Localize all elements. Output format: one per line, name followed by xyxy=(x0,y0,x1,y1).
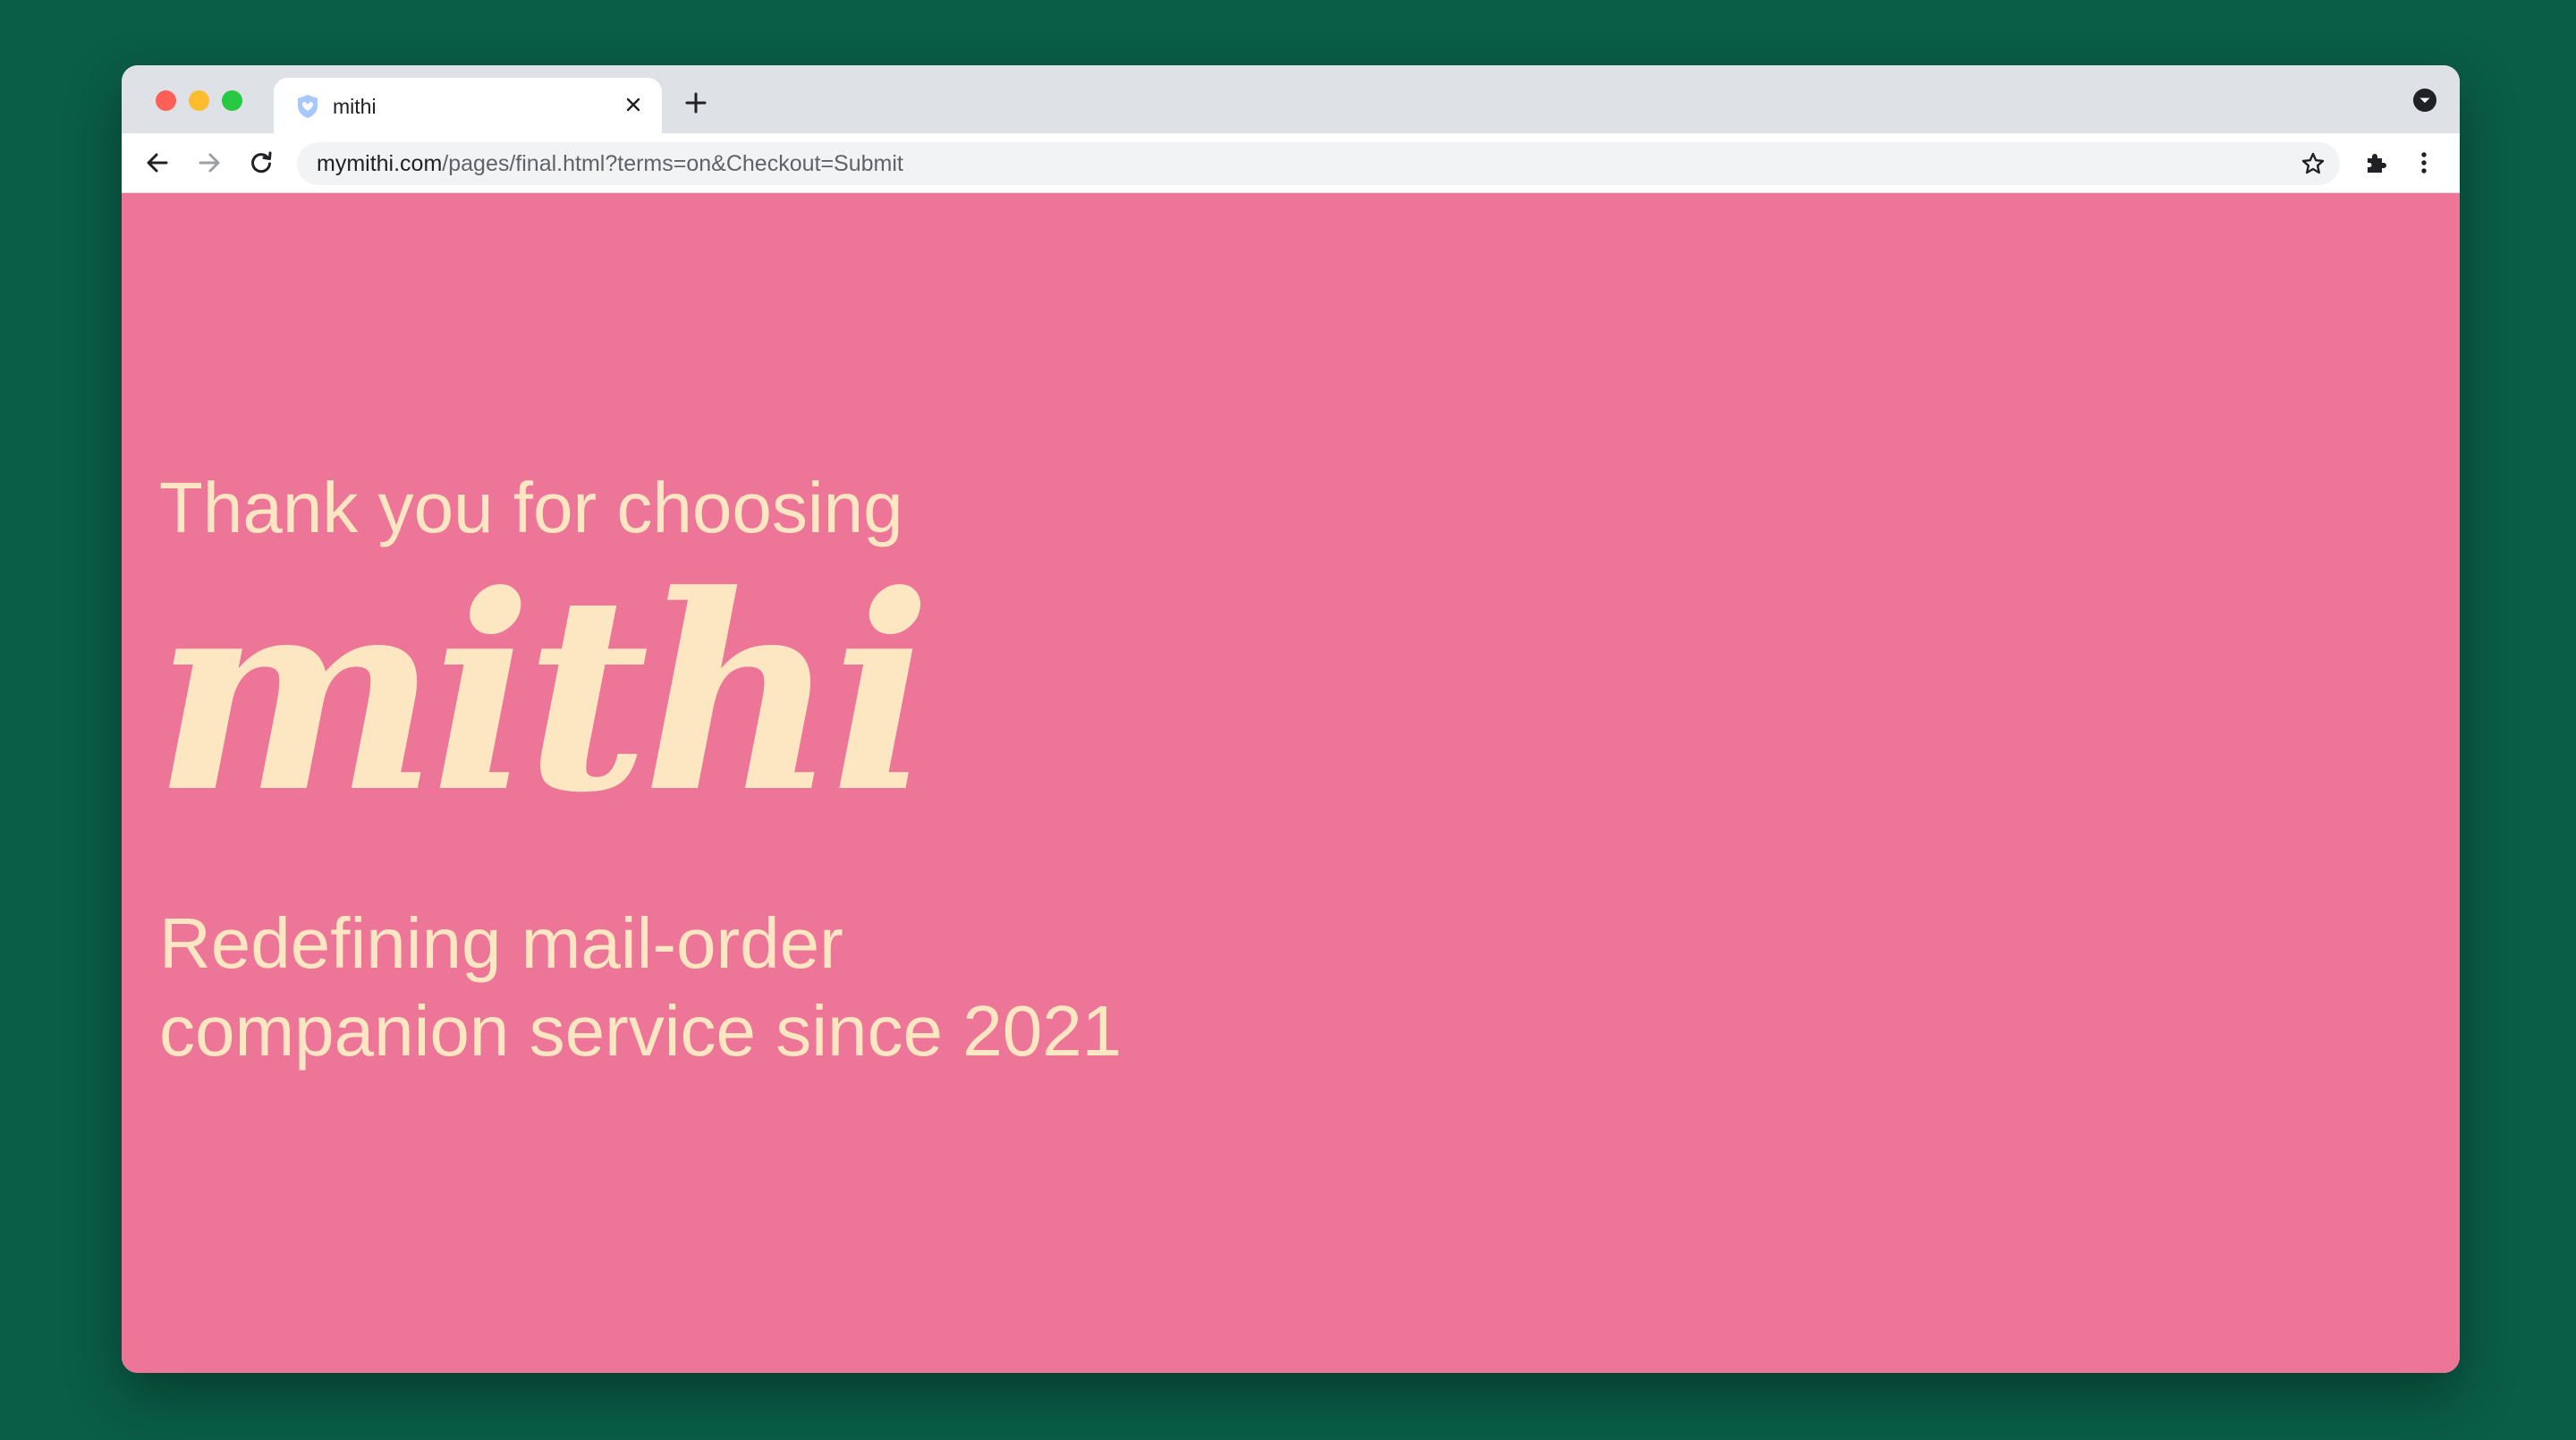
url-path: /pages/final.html?terms=on&Checkout=Subm… xyxy=(442,151,903,176)
address-bar[interactable]: mymithi.com/pages/final.html?terms=on&Ch… xyxy=(297,142,2340,185)
forward-arrow-icon[interactable] xyxy=(191,145,227,181)
tagline-line-1: Redefining mail-order xyxy=(159,903,843,983)
close-icon[interactable] xyxy=(619,90,648,119)
page-content: Thank you for choosing mithi Redefining … xyxy=(122,193,2460,1373)
shield-heart-icon xyxy=(294,93,321,120)
tab-mithi[interactable]: mithi xyxy=(274,78,662,133)
star-icon[interactable] xyxy=(2299,149,2327,178)
back-arrow-icon[interactable] xyxy=(140,145,175,181)
puzzle-icon[interactable] xyxy=(2360,147,2392,179)
url-host: mymithi.com xyxy=(317,151,443,176)
url-text: mymithi.com/pages/final.html?terms=on&Ch… xyxy=(317,142,903,185)
close-window-button[interactable] xyxy=(156,90,176,111)
reload-icon[interactable] xyxy=(243,145,279,181)
browser-toolbar: mymithi.com/pages/final.html?terms=on&Ch… xyxy=(122,133,2460,193)
tab-title: mithi xyxy=(333,95,377,118)
browser-window: mithi mymithi.com/pages/final.html?terms… xyxy=(122,65,2460,1373)
maximize-window-button[interactable] xyxy=(222,90,242,111)
kebab-menu-icon[interactable] xyxy=(2408,147,2440,179)
tab-search-icon[interactable] xyxy=(2411,87,2438,114)
tagline-line-2: companion service since 2021 xyxy=(159,991,1123,1071)
tab-strip: mithi xyxy=(122,65,2460,133)
plus-icon[interactable] xyxy=(680,87,712,119)
brand-logo: mithi xyxy=(154,536,932,851)
minimize-window-button[interactable] xyxy=(189,90,209,111)
tagline: Redefining mail-order companion service … xyxy=(159,900,1122,1075)
